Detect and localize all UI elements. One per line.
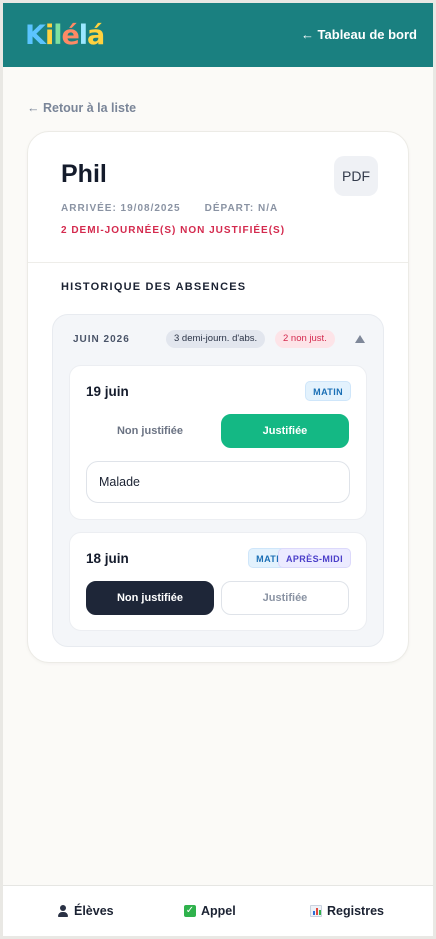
departure-date: DÉPART: N/A [204,203,279,214]
back-to-list-link[interactable]: ← Retour à la liste [27,101,136,115]
logo-letter: K [25,19,46,51]
app-logo[interactable]: Kilélá [25,19,105,51]
unjustified-toggle[interactable]: Non justifiée [86,581,214,615]
person-icon [57,905,69,917]
dashboard-link[interactable]: ← Tableau de bord [301,27,417,42]
absence-count-badge: 3 demi-journ. d'abs. [166,330,266,348]
unjustified-alert: 2 DEMI-JOURNÉE(S) NON JUSTIFIÉE(S) [61,225,286,236]
app-header: Kilélá ← Tableau de bord [3,3,433,67]
nav-registers-label: Registres [327,904,384,918]
nav-attendance[interactable]: ✓ Appel [184,901,236,921]
logo-letter: l [53,19,62,51]
period-tag-morning: MATIN [305,381,351,401]
arrival-date: ARRIVÉE: 19/08/2025 [61,203,181,214]
reason-input[interactable] [86,461,350,503]
app-frame: Kilélá ← Tableau de bord ← Retour à la l… [3,3,433,936]
bottom-navigation: Élèves ✓ Appel Registres [3,885,433,936]
section-title: HISTORIQUE DES ABSENCES [61,281,247,293]
logo-letter: á [87,19,105,51]
justified-toggle[interactable]: Justifiée [221,581,349,615]
month-group: JUIN 2026 3 demi-journ. d'abs. 2 non jus… [52,314,384,647]
justified-toggle[interactable]: Justifiée [221,414,349,448]
nav-registers[interactable]: Registres [310,901,384,921]
logo-letter: é [61,19,79,51]
absence-date: 18 juin [86,551,129,566]
unjustified-count-badge: 2 non just. [275,330,335,348]
nav-students-label: Élèves [74,904,114,918]
divider [28,262,408,263]
chevron-up-icon[interactable] [355,335,365,343]
unjustified-toggle[interactable]: Non justifiée [86,414,214,448]
absence-day-card: 18 juin MATIN APRÈS-MIDI Non justifiée J… [69,532,367,631]
logo-letter: i [44,19,54,51]
period-tag-afternoon: APRÈS-MIDI [277,548,351,568]
checkbox-icon: ✓ [184,905,196,917]
pdf-export-button[interactable]: PDF [334,156,378,196]
student-card: Phil PDF ARRIVÉE: 19/08/2025 DÉPART: N/A… [27,131,409,663]
bar-chart-icon [310,905,322,917]
absence-date: 19 juin [86,384,129,399]
nav-students[interactable]: Élèves [57,901,114,921]
month-label: JUIN 2026 [73,334,130,345]
absence-day-card: 19 juin MATIN Non justifiée Justifiée [69,365,367,520]
student-dates: ARRIVÉE: 19/08/2025 DÉPART: N/A [61,203,278,214]
student-name: Phil [61,160,107,188]
nav-attendance-label: Appel [201,904,236,918]
logo-letter: l [78,19,88,51]
